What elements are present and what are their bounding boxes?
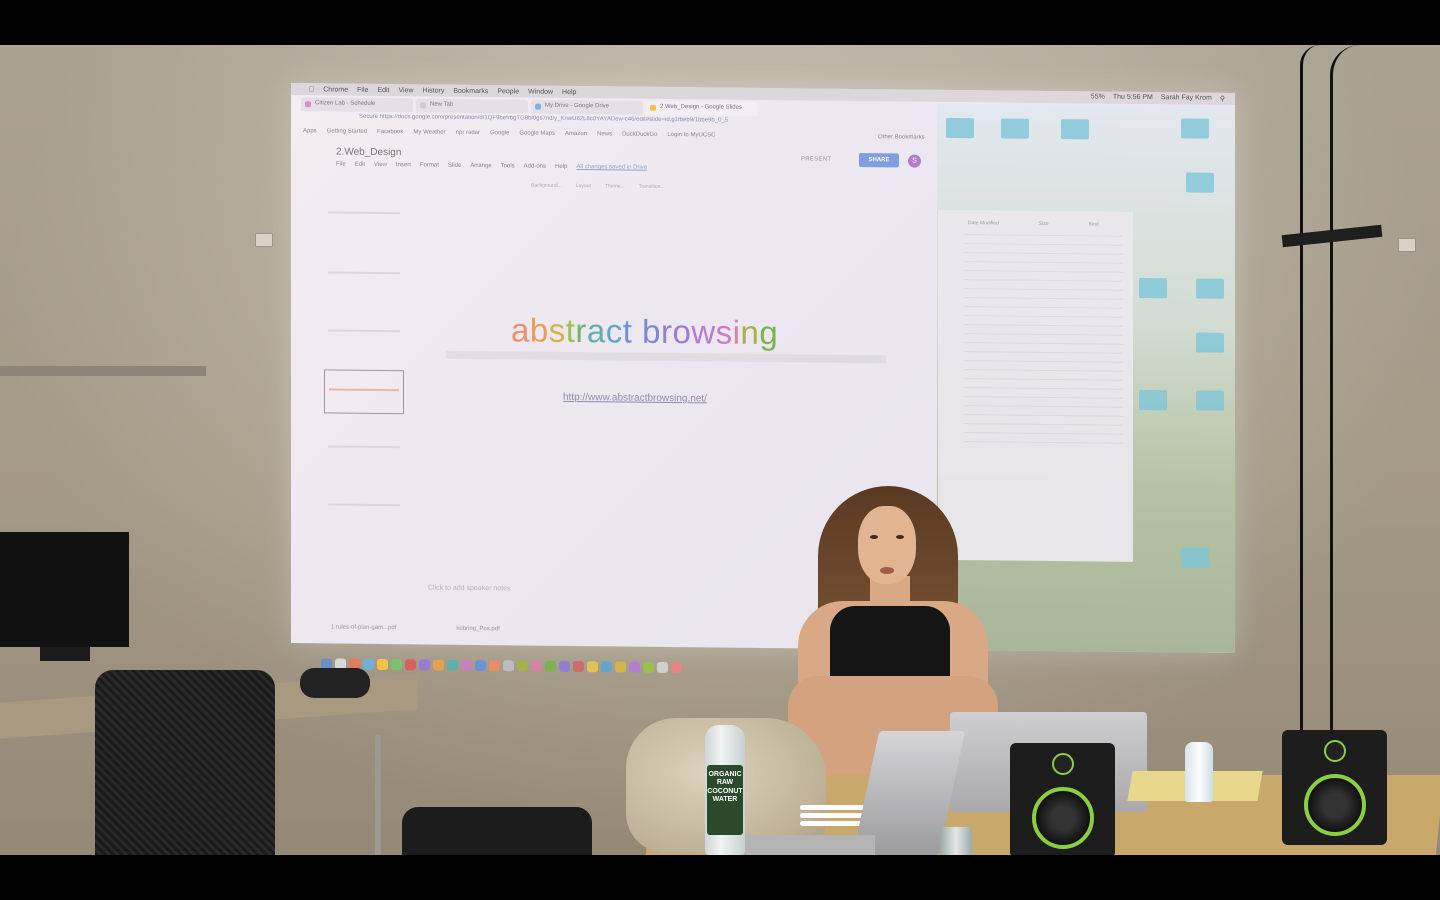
- monitor-stand: [40, 647, 90, 661]
- water-bottle: [1185, 742, 1213, 802]
- studio-speaker-left: [1010, 743, 1115, 855]
- bottle-label: ORGANIC RAW COCONUT WATER: [707, 765, 743, 835]
- hanging-cable: [1330, 45, 1390, 805]
- room-scene: ORGANIC RAW COCONUT WATER: [0, 45, 1440, 855]
- office-chair-back: [402, 807, 592, 855]
- office-chair: [95, 670, 275, 855]
- front-laptop-base: [745, 835, 875, 855]
- studio-speaker-right: [1282, 730, 1387, 845]
- computer-monitor: [0, 532, 129, 647]
- soda-can: [940, 827, 972, 855]
- photo-frame:  Chrome File Edit View History Bookmark…: [0, 45, 1440, 855]
- vr-headset: [300, 668, 370, 698]
- desk-leg: [375, 735, 381, 855]
